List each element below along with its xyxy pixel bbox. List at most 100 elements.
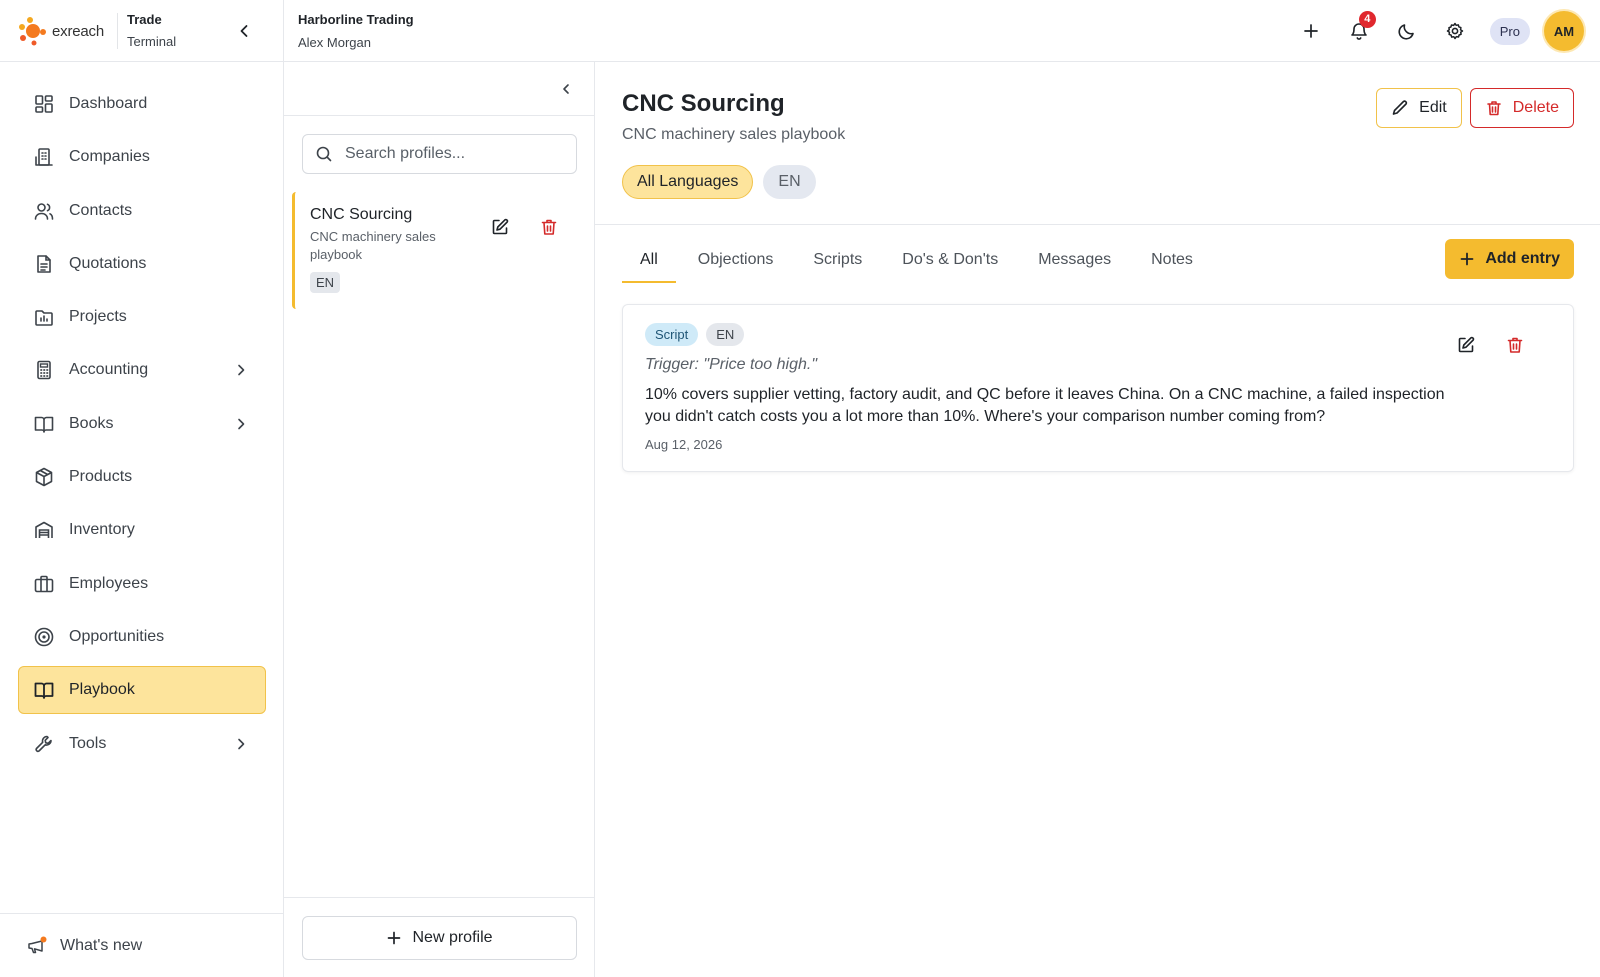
gear-icon (1446, 22, 1464, 40)
sidebar-nav: Dashboard Companies Contacts Quotations … (18, 80, 266, 773)
megaphone-icon (28, 936, 47, 953)
entry-body: 10% covers supplier vetting, factory aud… (645, 386, 1445, 425)
entry-tabs: All Objections Scripts Do's & Don'ts Mes… (622, 243, 1215, 283)
book-open-icon (34, 682, 54, 700)
delete-label: Delete (1512, 99, 1559, 116)
app-subtitle: Terminal (127, 34, 177, 49)
profiles-collapse-button[interactable] (556, 79, 576, 99)
tab-all[interactable]: All (622, 243, 676, 283)
sidebar-item-employees[interactable]: Employees (18, 560, 266, 608)
tab-scripts[interactable]: Scripts (795, 243, 880, 283)
profiles-panel: CNC Sourcing CNC machinery sales playboo… (284, 62, 595, 977)
dashboard-icon (35, 95, 53, 113)
sidebar-item-contacts[interactable]: Contacts (18, 187, 266, 235)
trash-icon (1486, 101, 1501, 116)
main-content: CNC Sourcing CNC machinery sales playboo… (595, 62, 1600, 977)
tab-dos-donts[interactable]: Do's & Don'ts (884, 243, 1016, 283)
avatar[interactable]: AM (1544, 11, 1584, 51)
delete-entry-button[interactable] (1505, 335, 1525, 355)
sidebar-item-label: Contacts (69, 201, 133, 219)
edit-label: Edit (1419, 99, 1447, 116)
page-subtitle: CNC machinery sales playbook (622, 126, 846, 143)
search-input[interactable] (345, 145, 565, 163)
sidebar-item-products[interactable]: Products (18, 453, 266, 501)
sidebar-item-label: Projects (69, 308, 127, 326)
sidebar-item-playbook[interactable]: Playbook (18, 666, 266, 715)
whats-new-link[interactable]: What's new (0, 913, 283, 977)
search-icon (316, 146, 332, 162)
add-entry-button[interactable]: Add entry (1445, 239, 1574, 279)
sidebar-item-label: Playbook (69, 681, 135, 699)
wrench-icon (35, 735, 52, 752)
sidebar-item-companies[interactable]: Companies (18, 133, 266, 181)
chevron-right-icon (238, 738, 245, 749)
edit-entry-button[interactable] (1456, 335, 1476, 355)
profile-description: CNC machinery sales playbook (310, 229, 436, 262)
delete-button[interactable]: Delete (1469, 88, 1574, 128)
sidebar-item-projects[interactable]: Projects (18, 293, 266, 341)
users-icon (34, 202, 54, 220)
pencil-icon (1392, 100, 1408, 115)
trash-icon (1507, 337, 1523, 353)
sidebar: Dashboard Companies Contacts Quotations … (0, 62, 284, 977)
folder-chart-icon (35, 310, 53, 326)
chevron-left-icon (240, 25, 248, 37)
user-name: Alex Morgan (298, 35, 371, 50)
brand-divider (117, 13, 118, 49)
sidebar-item-opportunities[interactable]: Opportunities (18, 613, 266, 661)
profile-list-item[interactable]: CNC Sourcing CNC machinery sales playboo… (292, 192, 587, 309)
logo[interactable]: exreach (18, 16, 104, 46)
entry-language-badge: EN (706, 323, 745, 346)
sidebar-item-quotations[interactable]: Quotations (18, 240, 266, 288)
sidebar-item-label: Inventory (69, 521, 135, 539)
sidebar-item-label: Dashboard (69, 95, 148, 112)
add-entry-label: Add entry (1485, 250, 1560, 267)
org-info: Harborline Trading Alex Morgan (298, 12, 414, 50)
warehouse-icon (35, 522, 53, 539)
edit-icon (492, 218, 509, 235)
settings-button[interactable] (1438, 14, 1472, 48)
filter-language-en[interactable]: EN (763, 165, 816, 199)
tab-objections[interactable]: Objections (680, 243, 792, 283)
edit-button[interactable]: Edit (1376, 88, 1462, 128)
tab-messages[interactable]: Messages (1020, 243, 1129, 283)
sidebar-item-label: Companies (69, 148, 150, 166)
language-filters: All Languages EN (622, 165, 816, 199)
book-open-icon (34, 416, 54, 433)
document-icon (37, 255, 51, 273)
logo-text: exreach (52, 22, 104, 40)
theme-toggle-button[interactable] (1390, 14, 1424, 48)
sidebar-item-inventory[interactable]: Inventory (18, 506, 266, 554)
entry-type-badge: Script (645, 323, 699, 346)
chevron-right-icon (238, 365, 245, 376)
sidebar-item-books[interactable]: Books (18, 400, 266, 448)
whats-new-label: What's new (60, 936, 143, 954)
top-actions: 4 Pro AM (1294, 10, 1584, 52)
notifications-button[interactable]: 4 (1342, 11, 1376, 48)
delete-profile-button[interactable] (539, 217, 559, 237)
plus-icon (1303, 24, 1318, 38)
add-button[interactable] (1294, 14, 1328, 48)
top-bar: exreach Trade Terminal Harborline Tradin… (0, 0, 1600, 62)
brand-area: exreach Trade Terminal (0, 0, 284, 62)
page-title: CNC Sourcing (622, 90, 785, 117)
profile-search[interactable] (302, 134, 577, 174)
sidebar-collapse-button[interactable] (234, 21, 254, 41)
sidebar-item-label: Products (69, 468, 133, 486)
sidebar-item-label: Employees (69, 574, 149, 592)
tab-notes[interactable]: Notes (1133, 243, 1211, 283)
building-icon (35, 148, 53, 167)
sidebar-item-label: Books (69, 414, 114, 432)
sidebar-item-label: Opportunities (69, 627, 165, 645)
edit-profile-button[interactable] (490, 217, 510, 237)
plus-icon (388, 931, 401, 945)
sidebar-item-accounting[interactable]: Accounting (18, 346, 266, 394)
sidebar-item-dashboard[interactable]: Dashboard (18, 80, 266, 128)
sidebar-item-tools[interactable]: Tools (18, 720, 266, 768)
sidebar-item-label: Quotations (69, 254, 147, 272)
entry-tags: Script EN (645, 323, 1551, 346)
new-profile-button[interactable]: New profile (302, 916, 577, 960)
trash-icon (541, 219, 557, 235)
filter-all-languages[interactable]: All Languages (622, 165, 754, 199)
chevron-right-icon (238, 418, 245, 430)
